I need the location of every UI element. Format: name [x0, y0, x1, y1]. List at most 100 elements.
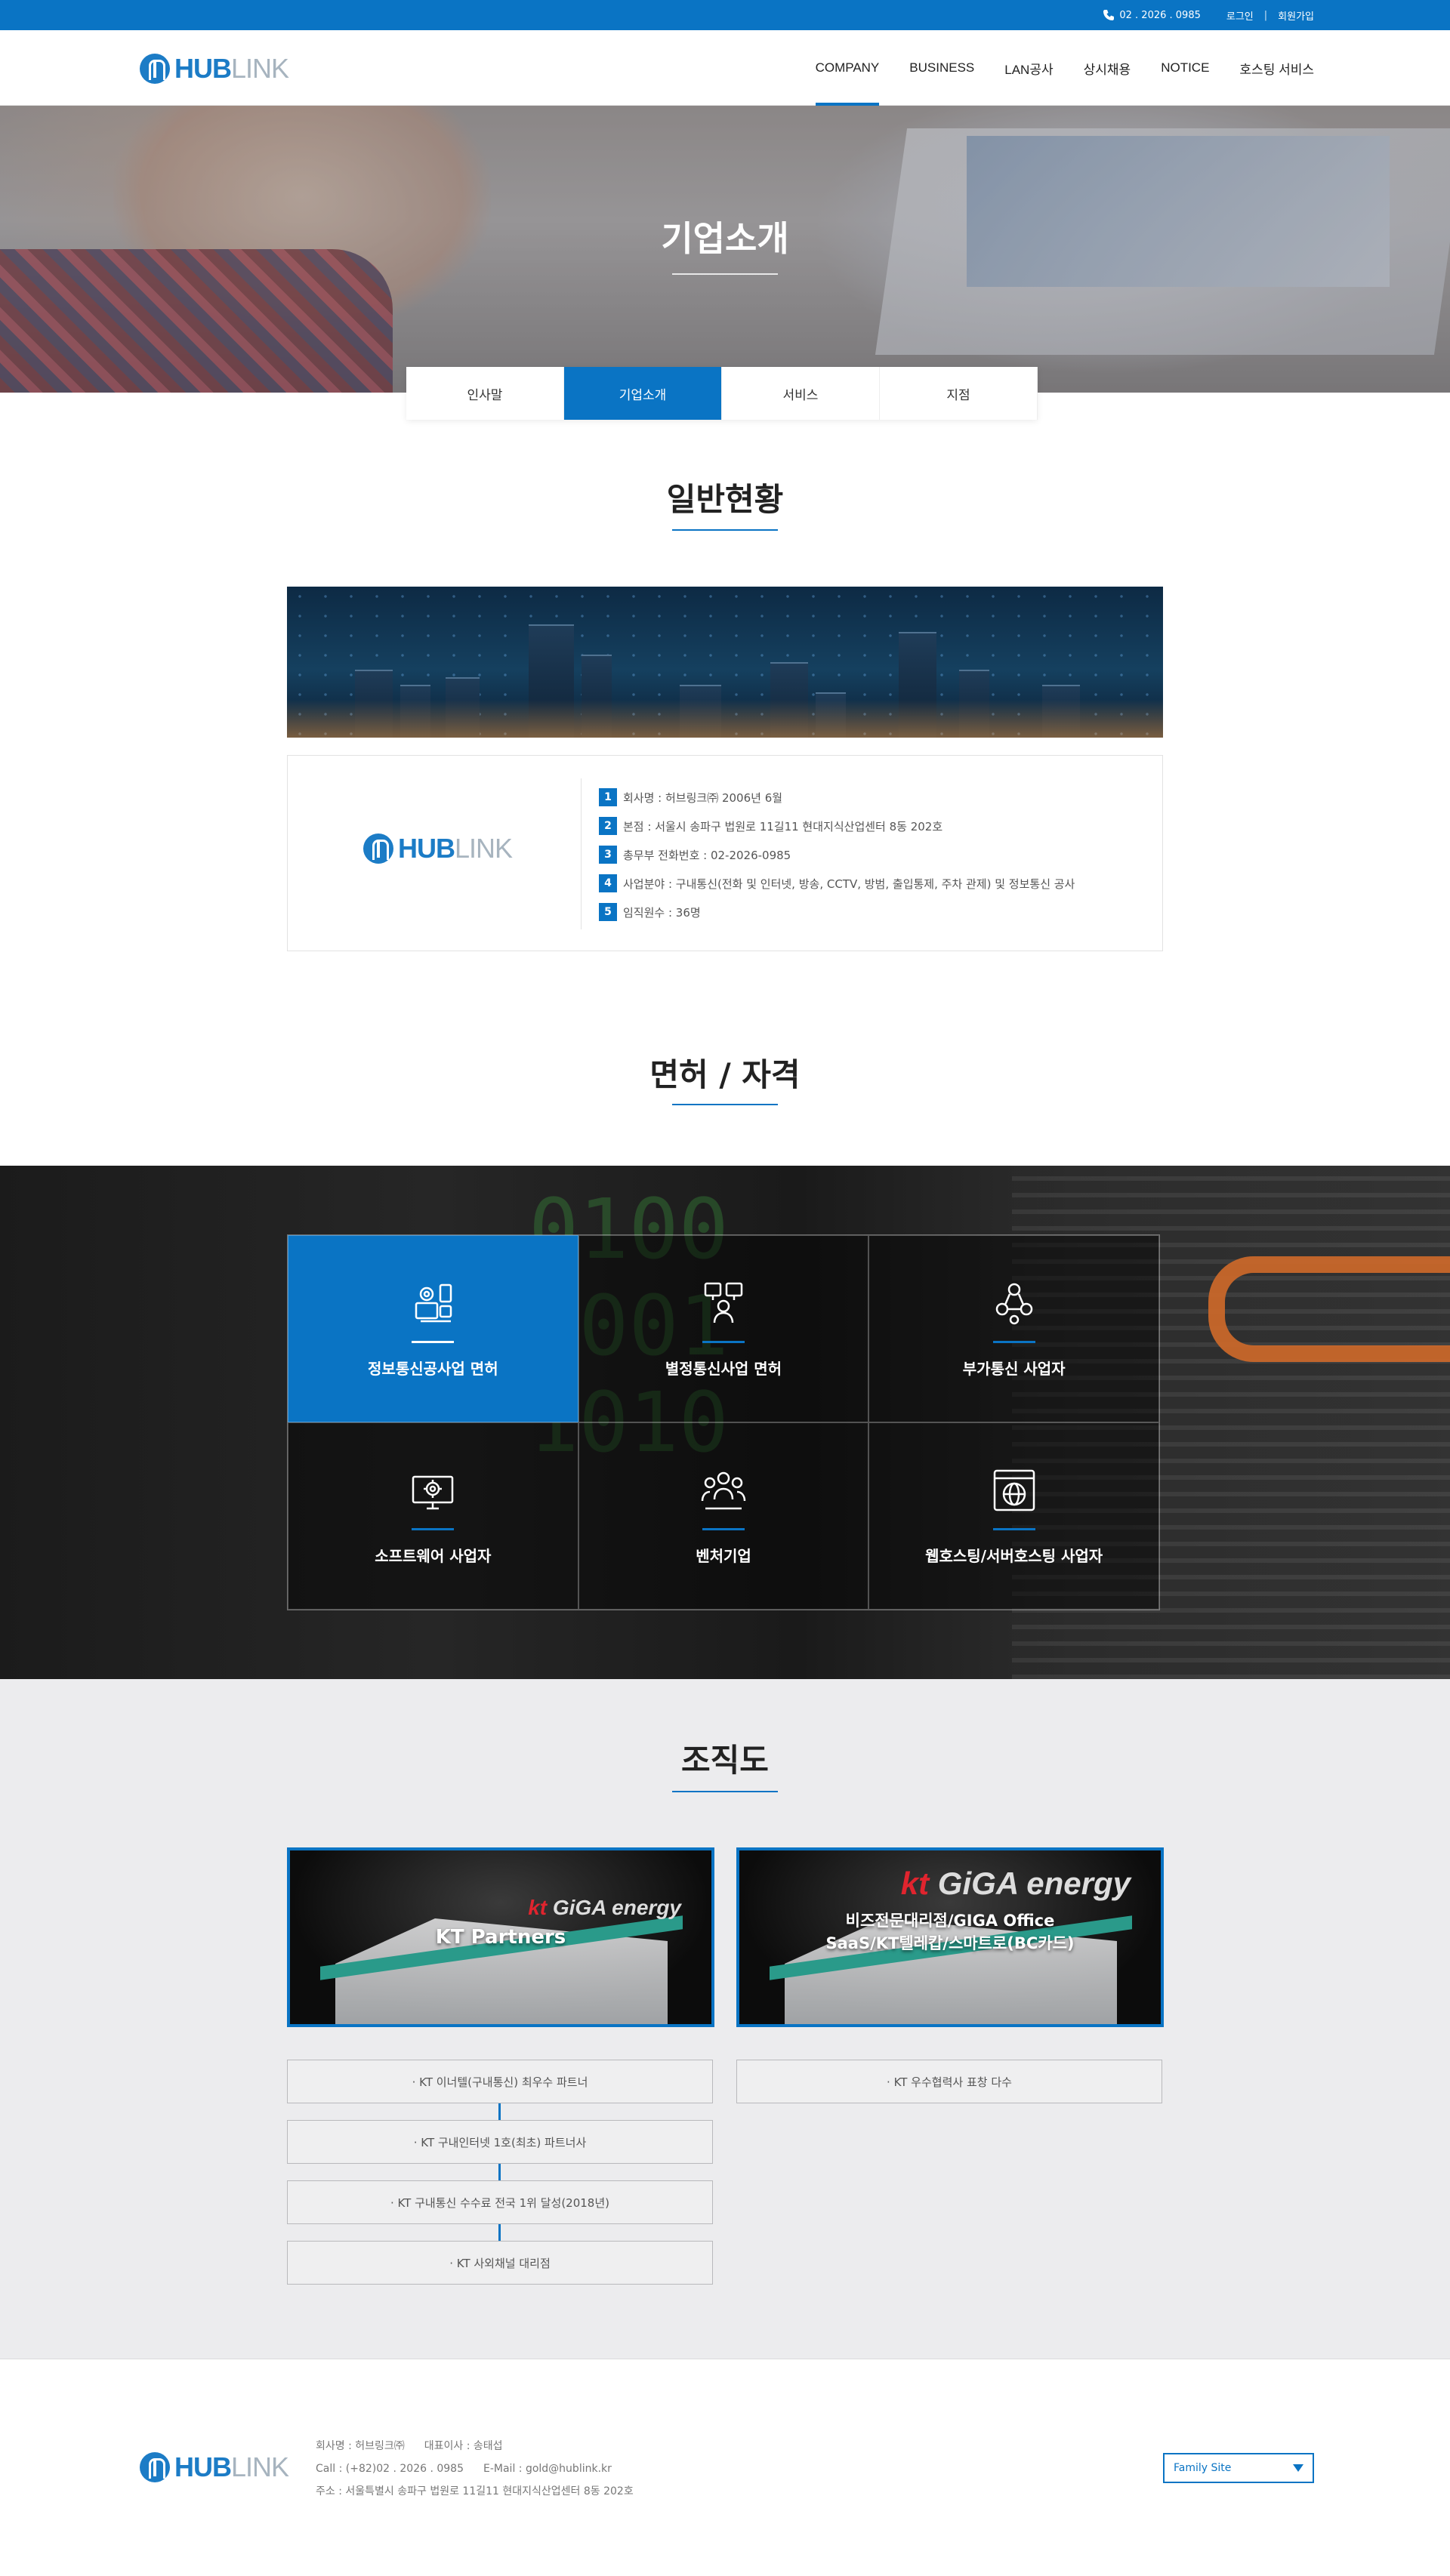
- license-underline: [412, 1341, 455, 1343]
- phone-info: 02 . 2026 . 0985: [1103, 9, 1201, 21]
- org-item: · KT 우수협력사 표창 다수: [736, 2060, 1162, 2103]
- hublink-logo-icon: [363, 834, 393, 864]
- license-underline: [412, 1528, 455, 1530]
- login-link[interactable]: 로그인: [1226, 8, 1254, 23]
- footer-address: 주소 : 서울특별시 송파구 법원로 11길11 현대지식산업센터 8동 202…: [316, 2485, 634, 2497]
- city-lights: [287, 700, 1163, 738]
- license-underline: [702, 1528, 745, 1530]
- card-title: KT Partners: [435, 1926, 566, 1949]
- gear-mobile-icon: [409, 1279, 457, 1327]
- org-title-underline: [672, 1791, 778, 1792]
- info-item: 1 회사명 : 허브링크㈜ 2006년 6월: [599, 783, 1075, 812]
- info-text: 임직원수 : 36명: [623, 905, 701, 920]
- info-number: 4: [599, 874, 617, 892]
- license-card[interactable]: 부가통신 사업자: [868, 1235, 1159, 1422]
- topbar-separator: |: [1263, 9, 1268, 21]
- top-bar: 02 . 2026 . 0985 로그인 | 회원가입: [0, 0, 1450, 30]
- network-user-icon: [699, 1279, 748, 1327]
- nav-lan[interactable]: LAN공사: [1004, 30, 1053, 106]
- footer-company: 회사명 : 허브링크㈜: [316, 2440, 405, 2452]
- company-info-box: HUBLINK 1 회사명 : 허브링크㈜ 2006년 6월 2 본점 : 서울시 …: [287, 755, 1163, 951]
- team-icon: [699, 1466, 748, 1514]
- license-card[interactable]: 별정통신사업 면허: [578, 1235, 869, 1422]
- footer-logo[interactable]: HUBLINK: [140, 2451, 289, 2483]
- users-network-icon: [990, 1279, 1038, 1327]
- org-item: · KT 사외채널 대리점: [287, 2241, 713, 2285]
- hero-title-underline: [672, 273, 778, 275]
- license-label: 소프트웨어 사업자: [375, 1547, 492, 1565]
- info-item: 3 총무부 전화번호 : 02-2026-0985: [599, 840, 1075, 869]
- hero-banner: 기업소개: [0, 106, 1450, 393]
- license-card[interactable]: 웹호스팅/서버호스팅 사업자: [868, 1422, 1159, 1610]
- org-connector: [498, 2224, 501, 2241]
- nav-company[interactable]: COMPANY: [815, 30, 879, 106]
- sub-tabs: 인사말 기업소개 서비스 지점: [406, 367, 1038, 420]
- biz-agency-card[interactable]: kt GiGA energy 비즈전문대리점/GIGA Office SaaS/K…: [736, 1847, 1164, 2027]
- info-item: 4 사업분야 : 구내통신(전화 및 인터넷, 방송, CCTV, 방범, 출입통…: [599, 869, 1075, 898]
- license-label: 부가통신 사업자: [962, 1360, 1066, 1378]
- footer-call: Call : (+82)02 . 2026 . 0985: [316, 2463, 464, 2475]
- license-label: 별정통신사업 면허: [665, 1360, 782, 1378]
- site-footer: HUBLINK 회사명 : 허브링크㈜ 대표이사 : 송태섭 Call : (+8…: [0, 2359, 1450, 2576]
- license-card[interactable]: 소프트웨어 사업자: [288, 1422, 578, 1610]
- license-underline: [992, 1341, 1035, 1343]
- license-title-underline: [672, 1104, 778, 1105]
- nav-notice[interactable]: NOTICE: [1161, 30, 1209, 106]
- card-title: 비즈전문대리점/GIGA Office SaaS/KT텔레캅/스마트로(BC카드): [739, 1909, 1161, 1955]
- tab-branch[interactable]: 지점: [880, 367, 1038, 420]
- info-number: 3: [599, 846, 617, 864]
- family-site-label: Family Site: [1174, 2462, 1232, 2474]
- info-text: 회사명 : 허브링크㈜ 2006년 6월: [623, 790, 783, 805]
- info-number: 5: [599, 903, 617, 921]
- logo-wordmark: HUBLINK: [398, 833, 513, 864]
- logo-wordmark: HUBLINK: [174, 53, 289, 84]
- phone-number: 02 . 2026 . 0985: [1119, 9, 1201, 21]
- signup-link[interactable]: 회원가입: [1278, 8, 1314, 23]
- footer-line: Call : (+82)02 . 2026 . 0985 E-Mail : gol…: [316, 2457, 634, 2480]
- kt-partners-card[interactable]: kt GiGA energy KT Partners: [287, 1847, 714, 2027]
- license-title: 면허 / 자격: [649, 1056, 801, 1093]
- hero-title: 기업소개: [661, 218, 789, 259]
- nav-business[interactable]: BUSINESS: [909, 30, 974, 106]
- license-card[interactable]: 벤처기업: [578, 1422, 869, 1610]
- tab-greeting[interactable]: 인사말: [406, 367, 564, 420]
- dropdown-arrow-icon: [1293, 2464, 1303, 2472]
- web-globe-icon: [990, 1466, 1038, 1514]
- license-grid: 정보통신공사업 면허 별정통신사업 면허 부가통신 사업자 소프트웨어 사업자 …: [287, 1234, 1160, 1610]
- general-title-underline: [672, 529, 778, 531]
- tab-service[interactable]: 서비스: [722, 367, 880, 420]
- info-text: 총무부 전화번호 : 02-2026-0985: [623, 848, 791, 862]
- license-card[interactable]: 정보통신공사업 면허: [288, 1235, 578, 1422]
- info-divider: [581, 778, 582, 929]
- hublink-logo-icon: [140, 54, 170, 84]
- card-title-line: SaaS/KT텔레캅/스마트로(BC카드): [825, 1934, 1075, 1952]
- org-section: [0, 1679, 1450, 2359]
- site-logo[interactable]: HUBLINK: [140, 53, 289, 85]
- info-number: 2: [599, 817, 617, 835]
- license-label: 웹호스팅/서버호스팅 사업자: [925, 1547, 1103, 1565]
- logo-wordmark: HUBLINK: [174, 2451, 289, 2482]
- tab-about[interactable]: 기업소개: [564, 367, 722, 420]
- info-number: 1: [599, 788, 617, 806]
- nav-hosting[interactable]: 호스팅 서비스: [1239, 30, 1314, 106]
- nav-recruit[interactable]: 상시채용: [1084, 30, 1131, 106]
- info-item: 2 본점 : 서울시 송파구 법원로 11길11 현대지식산업센터 8동 202호: [599, 812, 1075, 840]
- license-underline: [702, 1341, 745, 1343]
- org-item: · KT 이너텔(구내통신) 최우수 파트너: [287, 2060, 713, 2103]
- org-title: 조직도: [681, 1742, 769, 1779]
- footer-info: 회사명 : 허브링크㈜ 대표이사 : 송태섭 Call : (+82)02 . 2…: [316, 2435, 634, 2503]
- city-banner-image: [287, 587, 1163, 738]
- org-item: · KT 구내인터넷 1호(최초) 파트너사: [287, 2120, 713, 2164]
- family-site-select[interactable]: Family Site: [1163, 2453, 1314, 2483]
- footer-line: 회사명 : 허브링크㈜ 대표이사 : 송태섭: [316, 2435, 634, 2457]
- info-text: 본점 : 서울시 송파구 법원로 11길11 현대지식산업센터 8동 202호: [623, 819, 943, 834]
- info-item: 5 임직원수 : 36명: [599, 898, 1075, 926]
- general-title: 일반현황: [666, 481, 784, 518]
- card-title-line: 비즈전문대리점/GIGA Office: [845, 1912, 1055, 1930]
- info-text: 사업분야 : 구내통신(전화 및 인터넷, 방송, CCTV, 방범, 출입통제…: [623, 877, 1075, 891]
- license-label: 벤처기업: [696, 1547, 751, 1565]
- cable-image: [1208, 1256, 1450, 1362]
- main-nav: COMPANY BUSINESS LAN공사 상시채용 NOTICE 호스팅 서…: [815, 30, 1314, 106]
- top-bar-links: 02 . 2026 . 0985 로그인 | 회원가입: [1103, 0, 1314, 30]
- giga-energy-logo: kt GiGA energy: [900, 1866, 1131, 1901]
